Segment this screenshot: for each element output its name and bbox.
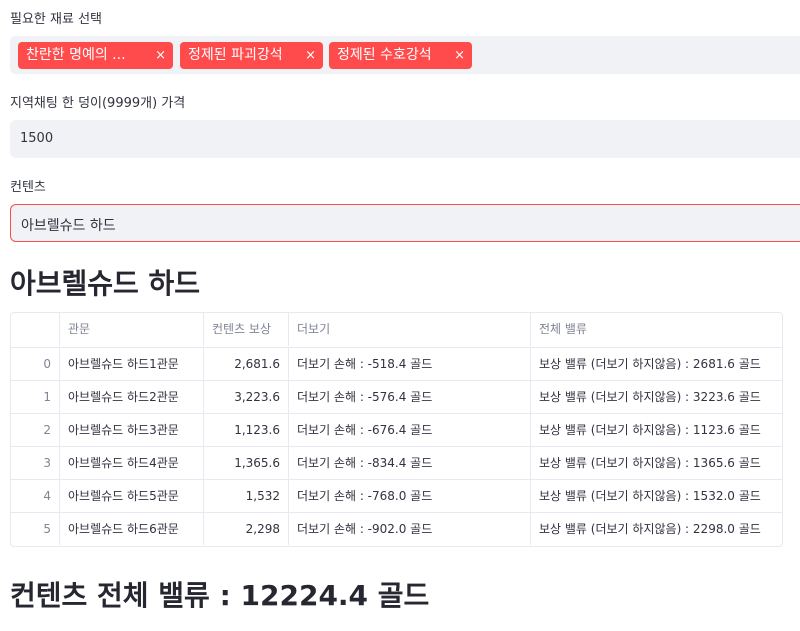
more-cell: 더보기 손해 : -834.4 골드 [288, 447, 530, 479]
reward-cell: 1,123.6 [203, 414, 288, 446]
row-index: 4 [43, 489, 51, 503]
price-value: 1500 [20, 131, 54, 146]
content-selected-value: 아브렐슈드 하드 [21, 218, 116, 234]
row-index: 2 [43, 423, 51, 437]
header-more[interactable]: 더보기 [288, 313, 530, 346]
remove-tag-icon[interactable]: × [155, 42, 166, 69]
value-cell: 보상 밸류 (더보기 하지않음) : 1123.6 골드 [530, 414, 782, 446]
reward-cell: 3,223.6 [203, 381, 288, 413]
table-row[interactable]: 2 아브렐슈드 하드3관문 1,123.6 더보기 손해 : -676.4 골드… [11, 413, 782, 446]
material-tag[interactable]: 정제된 파괴강석 × [180, 42, 323, 69]
table-row[interactable]: 5 아브렐슈드 하드6관문 2,298 더보기 손해 : -902.0 골드 보… [11, 512, 782, 545]
content-label: 컨텐츠 [10, 180, 46, 195]
price-label: 지역채팅 한 덩이(9999개) 가격 [10, 96, 186, 111]
row-index: 5 [43, 522, 51, 536]
material-tag-label: 찬란한 명예의 ... [26, 47, 126, 63]
materials-multiselect[interactable]: 찬란한 명예의 ... × 정제된 파괴강석 × 정제된 수호강석 × [10, 36, 800, 74]
row-index: 1 [43, 390, 51, 404]
reward-cell: 2,298 [203, 513, 288, 545]
stage-cell: 아브렐슈드 하드4관문 [59, 447, 203, 479]
content-select[interactable]: 아브렐슈드 하드 [10, 204, 800, 242]
reward-cell: 2,681.6 [203, 348, 288, 380]
value-cell: 보상 밸류 (더보기 하지않음) : 1365.6 골드 [530, 447, 782, 479]
more-cell: 더보기 손해 : -768.0 골드 [288, 480, 530, 512]
remove-tag-icon[interactable]: × [454, 42, 465, 69]
row-index: 0 [43, 357, 51, 371]
materials-label: 필요한 재료 선택 [10, 12, 102, 27]
header-reward[interactable]: 컨텐츠 보상 [203, 313, 288, 346]
material-tag-label: 정제된 파괴강석 [188, 47, 283, 63]
table-row[interactable]: 0 아브렐슈드 하드1관문 2,681.6 더보기 손해 : -518.4 골드… [11, 347, 782, 380]
total-value-heading: 컨텐츠 전체 밸류 : 12224.4 골드 [10, 579, 430, 612]
stage-cell: 아브렐슈드 하드1관문 [59, 348, 203, 380]
price-input[interactable]: 1500 [10, 120, 800, 158]
value-cell: 보상 밸류 (더보기 하지않음) : 2681.6 골드 [530, 348, 782, 380]
more-cell: 더보기 손해 : -576.4 골드 [288, 381, 530, 413]
table-header-row: 관문 컨텐츠 보상 더보기 전체 밸류 [11, 313, 782, 346]
table-row[interactable]: 1 아브렐슈드 하드2관문 3,223.6 더보기 손해 : -576.4 골드… [11, 380, 782, 413]
table-row[interactable]: 3 아브렐슈드 하드4관문 1,365.6 더보기 손해 : -834.4 골드… [11, 446, 782, 479]
section-title: 아브렐슈드 하드 [10, 267, 201, 300]
header-index [11, 313, 59, 346]
remove-tag-icon[interactable]: × [305, 42, 316, 69]
stage-cell: 아브렐슈드 하드5관문 [59, 480, 203, 512]
reward-cell: 1,365.6 [203, 447, 288, 479]
more-cell: 더보기 손해 : -902.0 골드 [288, 513, 530, 545]
row-index: 3 [43, 456, 51, 470]
material-tag-label: 정제된 수호강석 [337, 47, 432, 63]
material-tag[interactable]: 찬란한 명예의 ... × [18, 42, 173, 69]
table-row[interactable]: 4 아브렐슈드 하드5관문 1,532 더보기 손해 : -768.0 골드 보… [11, 479, 782, 512]
value-cell: 보상 밸류 (더보기 하지않음) : 3223.6 골드 [530, 381, 782, 413]
header-total-value[interactable]: 전체 밸류 [530, 313, 782, 346]
reward-cell: 1,532 [203, 480, 288, 512]
stage-cell: 아브렐슈드 하드6관문 [59, 513, 203, 545]
value-cell: 보상 밸류 (더보기 하지않음) : 1532.0 골드 [530, 480, 782, 512]
stage-cell: 아브렐슈드 하드3관문 [59, 414, 203, 446]
results-table[interactable]: 관문 컨텐츠 보상 더보기 전체 밸류 0 아브렐슈드 하드1관문 2,681.… [10, 312, 783, 547]
stage-cell: 아브렐슈드 하드2관문 [59, 381, 203, 413]
more-cell: 더보기 손해 : -518.4 골드 [288, 348, 530, 380]
value-cell: 보상 밸류 (더보기 하지않음) : 2298.0 골드 [530, 513, 782, 545]
more-cell: 더보기 손해 : -676.4 골드 [288, 414, 530, 446]
material-tag[interactable]: 정제된 수호강석 × [329, 42, 472, 69]
header-stage[interactable]: 관문 [59, 313, 203, 346]
